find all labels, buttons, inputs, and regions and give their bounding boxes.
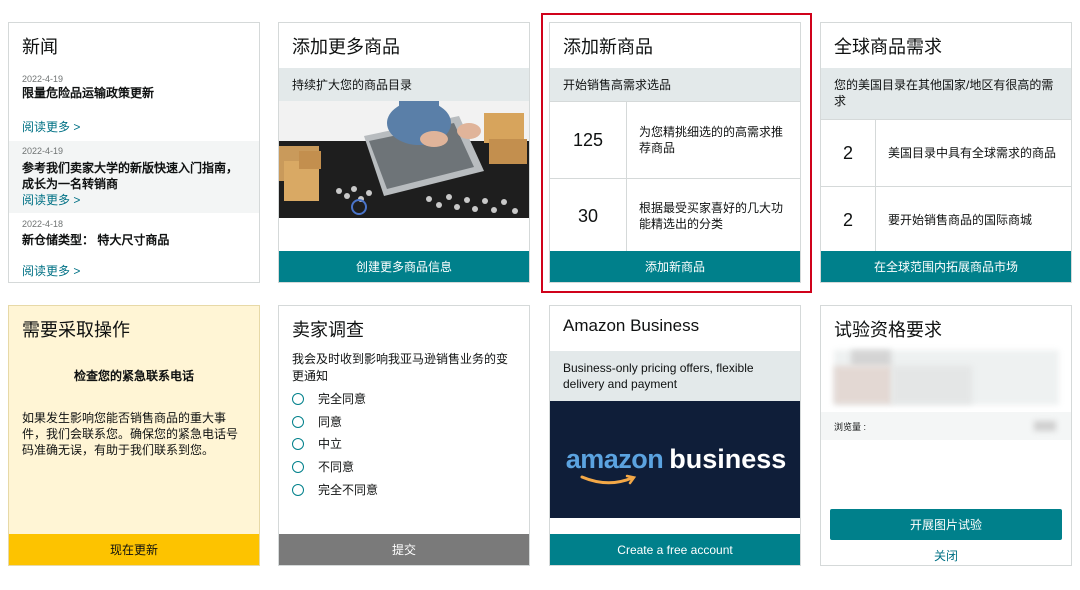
survey-option[interactable]: 完全不同意 [292, 481, 378, 498]
read-more-link[interactable]: 阅读更多 > [22, 119, 80, 135]
close-link[interactable]: 关闭 [821, 547, 1071, 564]
views-row: 浏览量 : [821, 412, 1071, 440]
logo-business-word: business [669, 444, 787, 474]
highlight-outline [541, 13, 812, 293]
radio-button[interactable] [292, 483, 304, 496]
create-listings-button[interactable]: 创建更多商品信息 [279, 251, 529, 282]
smile-arrow-icon [580, 474, 636, 485]
stat-row[interactable]: 2 要开始销售商品的国际商城 [821, 186, 1071, 253]
logo-amazon-word: amazon [565, 444, 664, 474]
action-required-card: 需要采取操作 检查您的紧急联系电话 如果发生影响您能否销售商品的重大事件，我们会… [8, 305, 260, 566]
survey-option[interactable]: 中立 [292, 435, 342, 452]
card-title: 试验资格要求 [834, 320, 942, 340]
blurred-content [892, 366, 972, 404]
news-date: 2022-4-19 [22, 146, 64, 156]
option-label: 同意 [318, 415, 343, 429]
create-free-account-button[interactable]: Create a free account [550, 534, 800, 565]
read-more-link[interactable]: 阅读更多 > [22, 192, 246, 208]
news-item: 2022-4-19 限量危险品运输政策更新 [9, 73, 259, 101]
stat-description: 要开始销售商品的国际商城 [888, 213, 1033, 227]
start-image-trial-button[interactable]: 开展图片试验 [830, 509, 1062, 540]
news-item: 2022-4-19 参考我们卖家大学的新版快速入门指南，成长为一名转销商 阅读更… [9, 141, 259, 213]
expand-global-button[interactable]: 在全球范围内拓展商品市场 [821, 251, 1071, 282]
blurred-content [834, 366, 892, 404]
option-label: 中立 [318, 437, 343, 451]
news-headline[interactable]: 新仓储类型： 特大尺寸商品 [22, 232, 246, 248]
stat-description: 美国目录中具有全球需求的商品 [888, 146, 1057, 160]
action-body: 如果发生影响您能否销售商品的重大事件，我们会联系您。确保您的紧急电话号码准确无误… [22, 411, 239, 457]
survey-option[interactable]: 完全同意 [292, 390, 366, 407]
photo-illustration [279, 101, 529, 218]
news-date: 2022-4-18 [22, 219, 64, 229]
stat-row[interactable]: 2 美国目录中具有全球需求的商品 [821, 119, 1071, 186]
trial-eligibility-card: 试验资格要求 浏览量 : 开展图片试验 关闭 [820, 305, 1072, 566]
blurred-content [851, 350, 891, 366]
stat-number: 2 [821, 120, 876, 186]
news-card: 新闻 2022-4-19 限量危险品运输政策更新 阅读更多 > 2022-4-1… [8, 22, 260, 283]
card-subtitle: 您的美国目录在其他国家/地区有很高的需求 [821, 68, 1071, 119]
radio-button[interactable] [292, 415, 304, 428]
radio-button[interactable] [292, 392, 304, 405]
submit-button[interactable]: 提交 [279, 534, 529, 565]
survey-option[interactable]: 同意 [292, 413, 342, 430]
amazon-business-logo: amazon business [565, 444, 787, 485]
option-label: 不同意 [318, 460, 355, 474]
news-headline[interactable]: 限量危险品运输政策更新 [22, 85, 246, 101]
survey-question: 我会及时收到影响我亚马逊销售业务的变更通知 [292, 352, 509, 383]
card-title: 需要采取操作 [22, 320, 130, 340]
amazon-business-banner: amazon business [550, 401, 800, 518]
news-date: 2022-4-19 [22, 74, 64, 84]
survey-option[interactable]: 不同意 [292, 458, 354, 475]
read-more-link[interactable]: 阅读更多 > [22, 263, 80, 279]
stat-number: 2 [821, 187, 876, 253]
news-headline[interactable]: 参考我们卖家大学的新版快速入门指南，成长为一名转销商 [22, 160, 246, 192]
card-title: 添加更多商品 [292, 37, 400, 57]
card-title: 卖家调查 [292, 320, 364, 340]
radio-button[interactable] [292, 437, 304, 450]
radio-button[interactable] [292, 460, 304, 473]
card-subtitle: 持续扩大您的商品目录 [279, 68, 529, 102]
news-title: 新闻 [22, 37, 58, 57]
news-item: 2022-4-18 新仓储类型： 特大尺寸商品 [9, 218, 259, 248]
amazon-business-card: Amazon Business Business-only pricing of… [549, 305, 801, 566]
card-subtitle: Business-only pricing offers, flexible d… [550, 351, 800, 401]
add-more-products-card: 添加更多商品 持续扩大您的商品目录 创建更多商品信息 [278, 22, 530, 283]
update-now-button[interactable]: 现在更新 [9, 534, 259, 565]
blurred-value [1034, 421, 1056, 431]
option-label: 完全同意 [318, 392, 367, 406]
action-heading: 检查您的紧急联系电话 [73, 369, 194, 383]
card-title: Amazon Business [563, 316, 700, 335]
global-demand-card: 全球商品需求 您的美国目录在其他国家/地区有很高的需求 2 美国目录中具有全球需… [820, 22, 1072, 283]
views-label: 浏览量 : [834, 422, 867, 432]
option-label: 完全不同意 [318, 483, 379, 497]
seller-packing-photo [279, 101, 529, 218]
seller-survey-card: 卖家调查 我会及时收到影响我亚马逊销售业务的变更通知 完全同意 同意 中立 不同… [278, 305, 530, 566]
card-title: 全球商品需求 [834, 37, 942, 57]
